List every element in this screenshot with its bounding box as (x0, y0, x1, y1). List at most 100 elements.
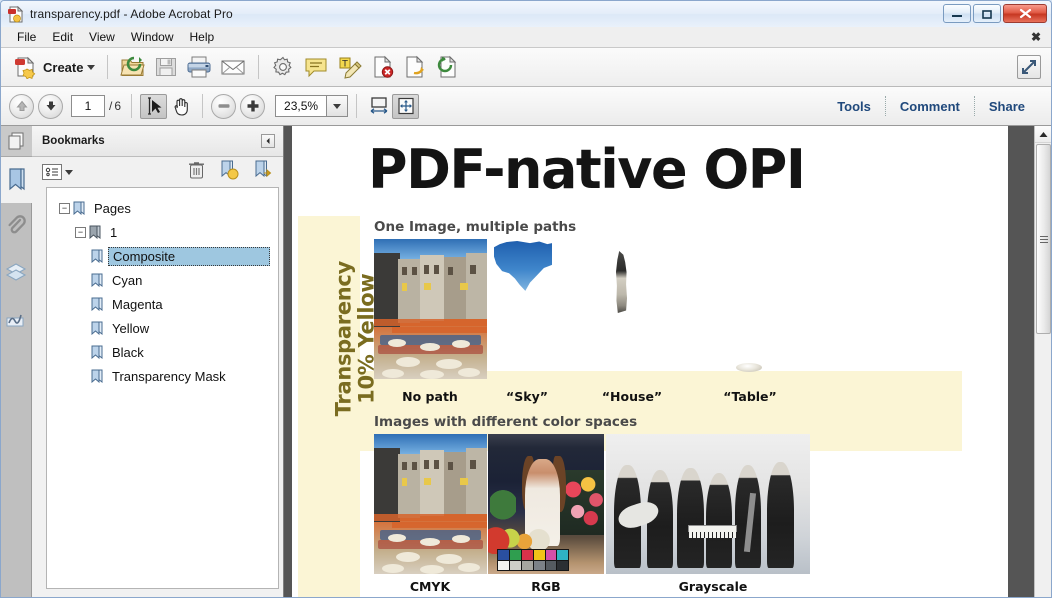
menu-help[interactable]: Help (182, 28, 223, 46)
options-menu-icon (42, 164, 62, 180)
minimize-button[interactable] (943, 4, 971, 23)
tree-toggle-icon[interactable]: − (59, 202, 70, 214)
image-no-path (374, 239, 487, 379)
page-thumbnails-button[interactable] (1, 126, 32, 157)
menu-window[interactable]: Window (123, 28, 182, 46)
delete-pages-button[interactable] (367, 52, 399, 82)
save-button[interactable] (150, 52, 182, 82)
bookmark-item-1[interactable]: − 1 (49, 220, 276, 244)
zoom-out-button[interactable] (211, 93, 237, 119)
settings-button[interactable] (267, 52, 299, 82)
bookmark-item-cyan[interactable]: Cyan (49, 268, 276, 292)
pdf-document-icon (7, 5, 24, 23)
close-document-icon[interactable]: ✖ (1031, 30, 1041, 44)
bookmark-item-transparency-mask[interactable]: Transparency Mask (49, 364, 276, 388)
collapse-panel-button[interactable] (261, 134, 275, 148)
caret-up-icon (1039, 131, 1047, 137)
bookmark-item-pages[interactable]: − Pages (49, 196, 276, 220)
share-button[interactable]: Share (975, 99, 1039, 114)
signatures-button[interactable] (1, 295, 32, 341)
highlight-text-button[interactable]: T (333, 52, 367, 82)
delete-bookmark-button[interactable] (188, 161, 205, 184)
caption-grayscale: Grayscale (678, 579, 748, 594)
plus-icon (247, 100, 259, 112)
layers-icon (5, 263, 27, 281)
scrollbar-thumb[interactable] (1036, 144, 1051, 334)
attachments-button[interactable] (1, 203, 32, 249)
open-file-icon (120, 56, 146, 76)
replace-pages-button[interactable] (431, 52, 463, 82)
bookmark-label: Composite (108, 246, 270, 266)
chevron-down-icon[interactable] (87, 64, 96, 70)
close-button[interactable] (1003, 4, 1047, 23)
scroll-up-button[interactable] (1035, 126, 1051, 143)
caption-no-path: No path (402, 389, 458, 404)
email-button[interactable] (216, 52, 250, 82)
fit-width-button[interactable] (365, 94, 392, 119)
menu-edit[interactable]: Edit (44, 28, 81, 46)
maximize-button[interactable] (973, 4, 1001, 23)
extract-pages-button[interactable] (399, 52, 431, 82)
create-button-label: Create (43, 59, 84, 75)
bookmark-icon (73, 201, 85, 216)
tree-toggle-icon[interactable]: − (75, 226, 86, 238)
chevron-left-icon (266, 138, 270, 144)
select-tool-icon (147, 97, 162, 115)
select-tool-button[interactable] (140, 93, 168, 119)
highlight-text-icon: T (339, 57, 363, 79)
section-label-paths: One Image, multiple paths (374, 219, 577, 235)
bookmark-label: Cyan (112, 272, 143, 288)
main-toolbar: Create T (1, 48, 1051, 87)
previous-page-button[interactable] (9, 93, 34, 119)
page-number-input[interactable]: 1 (71, 95, 105, 117)
comment-button[interactable]: Comment (886, 99, 974, 114)
arrow-down-icon (46, 101, 55, 111)
zoom-in-button[interactable] (240, 93, 266, 119)
bookmark-item-yellow[interactable]: Yellow (49, 316, 276, 340)
email-icon (221, 60, 245, 75)
new-bookmark-button[interactable] (219, 160, 239, 185)
hand-tool-button[interactable] (167, 94, 194, 119)
layers-button[interactable] (1, 249, 32, 295)
bookmark-item-magenta[interactable]: Magenta (49, 292, 276, 316)
caption-rgb: RGB (531, 579, 561, 594)
replace-page-icon (438, 55, 457, 78)
sticky-note-button[interactable] (299, 52, 333, 82)
tools-button[interactable]: Tools (823, 99, 885, 114)
window-title: transparency.pdf - Adobe Acrobat Pro (30, 7, 233, 21)
hand-tool-icon (174, 98, 188, 116)
menu-view[interactable]: View (81, 28, 123, 46)
zoom-level-input[interactable]: 23,5% (275, 95, 328, 117)
fit-page-button[interactable] (392, 93, 420, 119)
next-page-button[interactable] (38, 93, 63, 119)
expand-bookmark-button[interactable] (253, 160, 273, 185)
nav-divider-1 (131, 94, 133, 118)
print-icon (187, 56, 211, 78)
bookmark-icon (91, 273, 103, 288)
bookmarks-button[interactable] (1, 157, 32, 203)
bookmark-options-button[interactable] (42, 164, 73, 180)
sticky-note-icon (305, 58, 327, 78)
print-button[interactable] (182, 52, 216, 82)
zoom-dropdown-button[interactable] (327, 95, 349, 117)
expand-bookmark-icon (255, 160, 272, 177)
caption-sky: “Sky” (506, 389, 548, 404)
open-file-button[interactable] (116, 52, 150, 82)
image-grayscale (606, 434, 810, 574)
create-button[interactable]: Create (9, 52, 99, 82)
toolbar-divider (107, 55, 109, 79)
bookmarks-tree[interactable]: − Pages − 1 Composite Cyan Magenta Yello… (46, 187, 279, 589)
document-vertical-scrollbar[interactable] (1034, 126, 1051, 597)
bookmark-item-composite[interactable]: Composite (49, 244, 276, 268)
document-canvas[interactable]: PDF-native OPI Transparency 10% Yellow O… (284, 126, 1051, 597)
bookmark-icon (91, 369, 103, 384)
bookmark-label: Pages (94, 200, 131, 216)
bookmark-label: Yellow (112, 320, 150, 336)
expand-toolbar-button[interactable] (1017, 55, 1041, 79)
caption-house: “House” (601, 389, 663, 404)
bookmark-item-black[interactable]: Black (49, 340, 276, 364)
fit-page-icon (397, 97, 414, 115)
minus-icon (218, 104, 230, 108)
chevron-down-icon (65, 169, 73, 175)
menu-file[interactable]: File (9, 28, 44, 46)
